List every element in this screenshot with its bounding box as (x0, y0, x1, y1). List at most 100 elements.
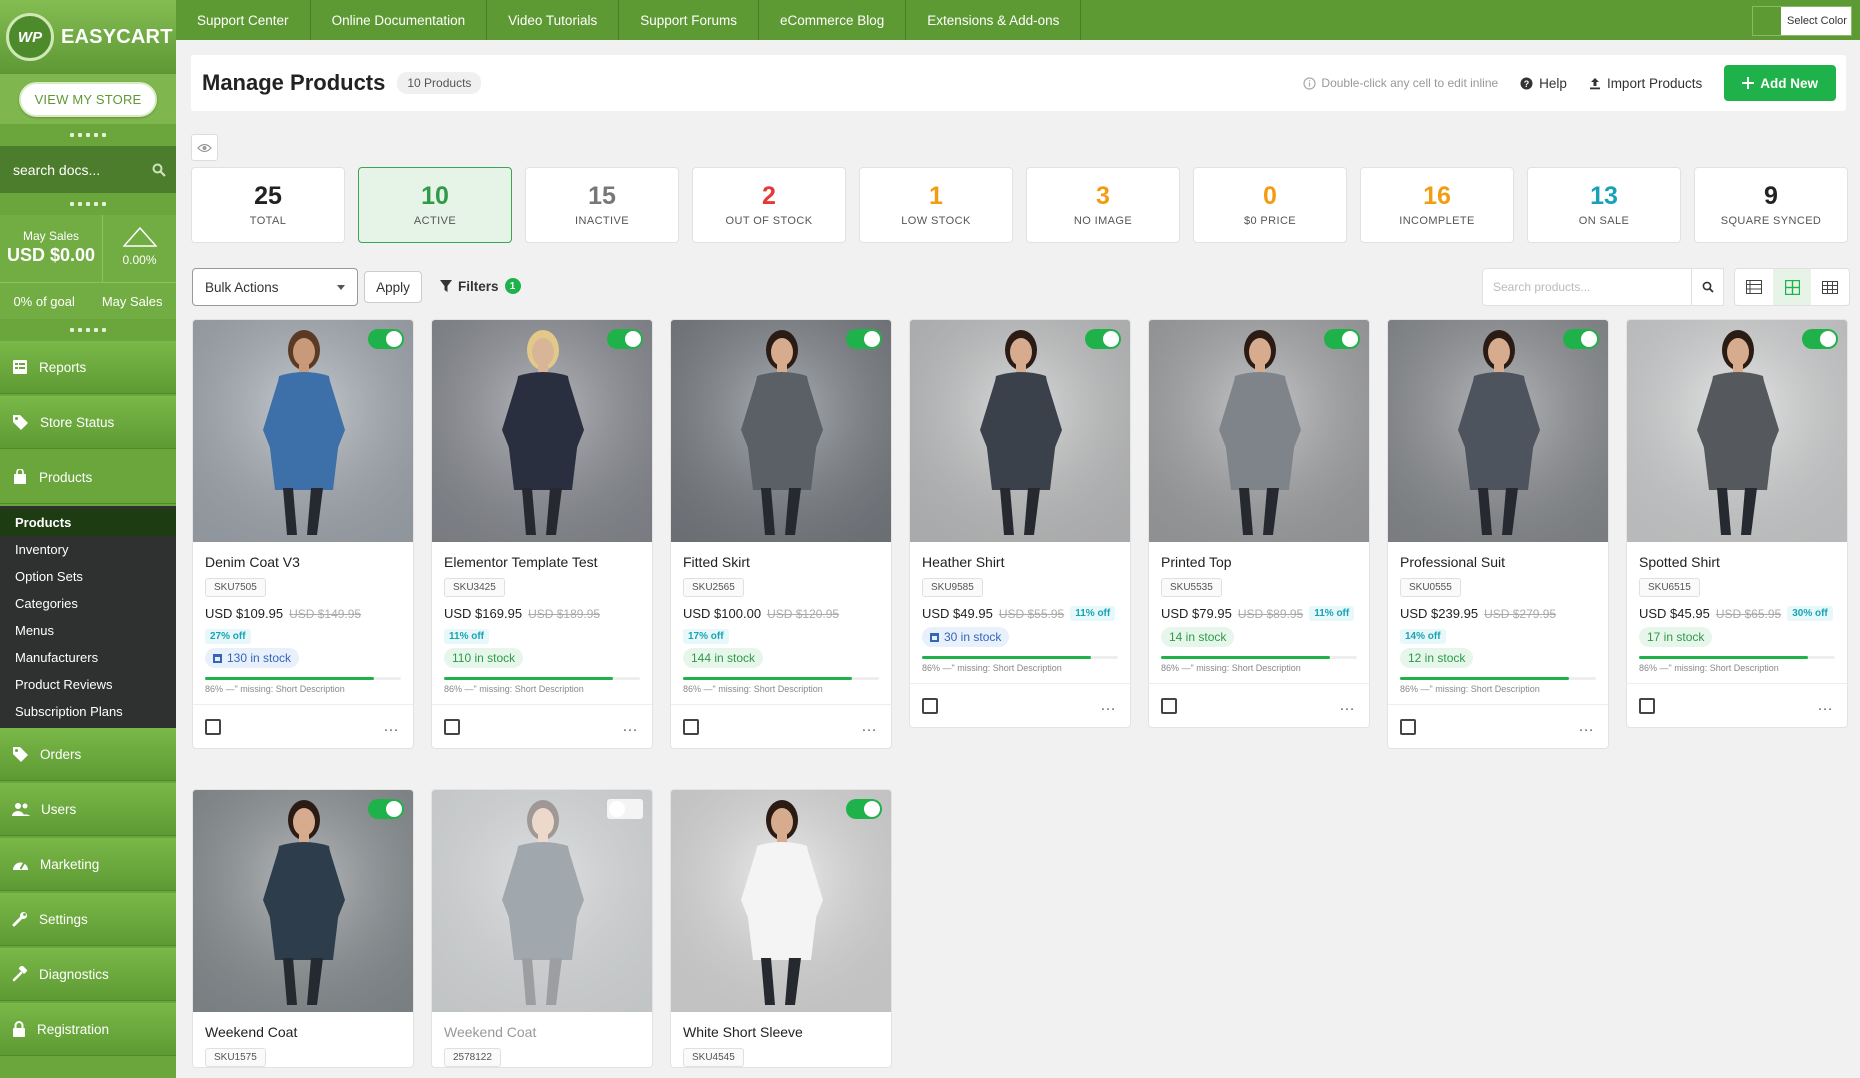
help-button[interactable]: ? Help (1520, 76, 1567, 91)
top-link-online-documentation[interactable]: Online Documentation (311, 0, 488, 40)
sub-nav-subscription-plans[interactable]: Subscription Plans (0, 698, 176, 725)
product-image[interactable] (1388, 320, 1608, 542)
product-price[interactable]: USD $100.00 (683, 606, 761, 621)
sub-nav-manufacturers[interactable]: Manufacturers (0, 644, 176, 671)
table-view-button[interactable] (1811, 269, 1849, 305)
nav-item-diagnostics[interactable]: Diagnostics (0, 948, 176, 1001)
active-toggle[interactable] (1802, 329, 1838, 349)
sub-nav-products-item[interactable]: Products (0, 509, 176, 536)
more-menu-button[interactable]: … (861, 718, 879, 736)
view-store-button[interactable]: VIEW MY STORE (18, 81, 158, 117)
add-new-button[interactable]: Add New (1724, 65, 1836, 101)
product-card[interactable]: Elementor Template Test SKU3425 USD $169.9… (431, 319, 653, 749)
nav-item-store-status[interactable]: Store Status (0, 396, 176, 449)
sub-nav-option-sets[interactable]: Option Sets (0, 563, 176, 590)
select-checkbox[interactable] (683, 718, 699, 735)
sub-nav-categories[interactable]: Categories (0, 590, 176, 617)
import-products-button[interactable]: Import Products (1589, 76, 1702, 91)
bulk-actions-select[interactable]: Bulk Actions (192, 268, 358, 306)
grid-view-button[interactable] (1773, 269, 1811, 305)
sub-nav-product-reviews[interactable]: Product Reviews (0, 671, 176, 698)
product-price[interactable]: USD $79.95 (1161, 606, 1232, 621)
nav-item-orders[interactable]: Orders (0, 728, 176, 781)
active-toggle[interactable] (607, 329, 643, 349)
logo[interactable]: WP EASYCART (0, 0, 176, 74)
product-card[interactable]: Weekend Coat SKU1575 (192, 789, 414, 1068)
product-name[interactable]: Professional Suit (1400, 554, 1596, 570)
product-search-input[interactable] (1493, 280, 1673, 294)
product-card[interactable]: Heather Shirt SKU9585 USD $49.95 USD $55.95… (909, 319, 1131, 728)
nav-item-marketing[interactable]: Marketing (0, 838, 176, 891)
product-name[interactable]: Weekend Coat (205, 1024, 401, 1040)
select-checkbox[interactable] (205, 718, 221, 735)
stat-card-no-image[interactable]: 3 NO IMAGE (1026, 167, 1180, 243)
sub-nav-inventory[interactable]: Inventory (0, 536, 176, 563)
product-name[interactable]: Elementor Template Test (444, 554, 640, 570)
nav-item-registration[interactable]: Registration (0, 1003, 176, 1056)
product-image[interactable] (910, 320, 1130, 542)
product-image[interactable] (432, 320, 652, 542)
product-name[interactable]: Fitted Skirt (683, 554, 879, 570)
product-price[interactable]: USD $49.95 (922, 606, 993, 621)
list-view-button[interactable] (1735, 269, 1773, 305)
product-name[interactable]: Printed Top (1161, 554, 1357, 570)
more-menu-button[interactable]: … (383, 718, 401, 736)
top-link-video-tutorials[interactable]: Video Tutorials (487, 0, 620, 40)
toggle-stats-button[interactable] (191, 134, 218, 161)
product-card[interactable]: Printed Top SKU5535 USD $79.95 USD $89.95 11… (1148, 319, 1370, 728)
product-image[interactable] (1627, 320, 1847, 542)
product-card[interactable]: Professional Suit SKU0555 USD $239.95 USD $… (1387, 319, 1609, 749)
select-checkbox[interactable] (1161, 697, 1177, 714)
nav-item-products[interactable]: Products (0, 451, 176, 504)
select-checkbox[interactable] (922, 697, 938, 714)
active-toggle[interactable] (846, 329, 882, 349)
product-price[interactable]: USD $45.95 (1639, 606, 1710, 621)
stat-card-total[interactable]: 25 TOTAL (191, 167, 345, 243)
product-name[interactable]: White Short Sleeve (683, 1024, 879, 1040)
product-price[interactable]: USD $239.95 (1400, 606, 1478, 621)
active-toggle[interactable] (1085, 329, 1121, 349)
nav-item-reports[interactable]: Reports (0, 341, 176, 394)
more-menu-button[interactable]: … (1339, 697, 1357, 715)
docs-search[interactable]: search docs... (0, 146, 176, 193)
product-name[interactable]: Denim Coat V3 (205, 554, 401, 570)
product-name[interactable]: Weekend Coat (444, 1024, 640, 1040)
search-button[interactable] (1692, 268, 1724, 306)
top-link-support-forums[interactable]: Support Forums (619, 0, 759, 40)
product-card[interactable]: Fitted Skirt SKU2565 USD $100.00 USD $120.9… (670, 319, 892, 749)
product-price[interactable]: USD $169.95 (444, 606, 522, 621)
product-image[interactable] (432, 790, 652, 1012)
active-toggle[interactable] (1563, 329, 1599, 349)
top-link-ecommerce-blog[interactable]: eCommerce Blog (759, 0, 907, 40)
active-toggle[interactable] (846, 799, 882, 819)
active-toggle[interactable] (368, 799, 404, 819)
active-toggle[interactable] (368, 329, 404, 349)
stat-card-square-synced[interactable]: 9 SQUARE SYNCED (1694, 167, 1848, 243)
product-image[interactable] (671, 320, 891, 542)
select-color-button[interactable]: Select Color (1752, 6, 1852, 36)
stat-card-active[interactable]: 10 ACTIVE (358, 167, 512, 243)
product-card[interactable]: Spotted Shirt SKU6515 USD $45.95 USD $65.95… (1626, 319, 1848, 728)
product-name[interactable]: Heather Shirt (922, 554, 1118, 570)
product-image[interactable] (193, 790, 413, 1012)
select-checkbox[interactable] (1400, 718, 1416, 735)
product-image[interactable] (1149, 320, 1369, 542)
active-toggle[interactable] (607, 799, 643, 819)
more-menu-button[interactable]: … (1817, 697, 1835, 715)
select-checkbox[interactable] (1639, 697, 1655, 714)
nav-item-users[interactable]: Users (0, 783, 176, 836)
apply-button[interactable]: Apply (364, 271, 422, 303)
product-name[interactable]: Spotted Shirt (1639, 554, 1835, 570)
product-card[interactable]: Denim Coat V3 SKU7505 USD $109.95 USD $149.… (192, 319, 414, 749)
product-price[interactable]: USD $109.95 (205, 606, 283, 621)
stat-card-out-of-stock[interactable]: 2 OUT OF STOCK (692, 167, 846, 243)
stat-card-on-sale[interactable]: 13 ON SALE (1527, 167, 1681, 243)
top-link-support-center[interactable]: Support Center (176, 0, 311, 40)
stat-card-incomplete[interactable]: 16 INCOMPLETE (1360, 167, 1514, 243)
product-card[interactable]: Weekend Coat 2578122 (431, 789, 653, 1068)
product-image[interactable] (671, 790, 891, 1012)
more-menu-button[interactable]: … (1100, 697, 1118, 715)
stat-card-low-stock[interactable]: 1 LOW STOCK (859, 167, 1013, 243)
select-checkbox[interactable] (444, 718, 460, 735)
product-card[interactable]: White Short Sleeve SKU4545 (670, 789, 892, 1068)
